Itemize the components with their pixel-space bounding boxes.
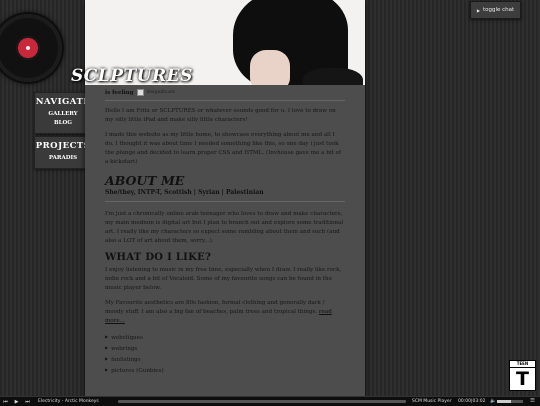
nav-link-gallery[interactable]: GALLERY [35, 110, 91, 119]
sidebar: NAVIGATE GALLERY BLOG PROJECTS PARADIS [34, 92, 92, 171]
play-icon[interactable]: ▶ [13, 398, 20, 405]
volume-slider[interactable] [497, 400, 523, 403]
list-item[interactable]: webcliques [105, 332, 345, 343]
vinyl-record-decoration [0, 12, 64, 84]
about-paragraph: I'm just a chronically online arab teena… [105, 211, 344, 244]
track-time: 00:00|03:02 [458, 398, 486, 404]
vinyl-hole [26, 46, 30, 50]
rating-letter: T [516, 368, 529, 390]
list-item[interactable]: fanlistings [105, 354, 345, 365]
next-icon[interactable]: ⏭ [24, 398, 31, 405]
navigate-heading: NAVIGATE [35, 97, 91, 107]
identity-line: She/they, INTP-T, Scottish | Syrian | Pa… [105, 189, 345, 202]
seek-bar[interactable] [118, 400, 406, 403]
main-content: is feeling insignificant Hello I am Frit… [85, 0, 365, 405]
triangle-right-icon: ▶ [476, 7, 480, 13]
music-paragraph: I enjoy listening to music in my free ti… [105, 267, 342, 291]
banner-illustration-shoulder [303, 68, 363, 85]
about-heading: ABOUT ME [105, 173, 185, 188]
volume-icon[interactable]: 🔈 [490, 398, 496, 404]
aesthetics-text: My Favourite aesthetics are 80s fashion,… [105, 300, 325, 315]
toggle-chat-label: toggle chat [482, 7, 515, 13]
status-mood: insignificant [146, 90, 175, 95]
projects-heading: PROJECTS [35, 141, 91, 151]
player-name: SCM Music Player [412, 398, 452, 404]
status-line: is feeling insignificant [105, 89, 345, 101]
toggle-chat-button[interactable]: ▶ toggle chat [470, 1, 521, 19]
teen-rating-badge: TEEN T [509, 360, 536, 391]
rating-label: TEEN [510, 361, 535, 368]
intro-paragraph-2: I made this website as my little home, t… [105, 132, 342, 165]
intro-paragraph-1: Hello I am Fritz or SCLPTURES or whateve… [105, 108, 336, 123]
site-title: SCLPTURES [71, 66, 193, 86]
track-title: Electricity - Arctic Monkeys [38, 398, 99, 404]
nav-link-blog[interactable]: BLOG [35, 119, 91, 128]
likes-list: webcliques webrings fanlistings pictures… [105, 332, 345, 376]
previous-icon[interactable]: ⏮ [2, 398, 9, 405]
playlist-icon[interactable]: ☰ [530, 398, 535, 404]
nav-link-paradis[interactable]: PARADIS [35, 154, 91, 163]
aesthetics-paragraph: My Favourite aesthetics are 80s fashion,… [105, 299, 345, 326]
navigate-box: NAVIGATE GALLERY BLOG [34, 92, 92, 134]
banner-illustration-face [250, 50, 290, 85]
volume-fill [497, 400, 512, 403]
status-label: is feeling [105, 89, 134, 96]
content-body: is feeling insignificant Hello I am Frit… [85, 85, 365, 376]
likes-heading: WHAT DO I LIKE? [105, 252, 212, 263]
mood-icon [136, 89, 144, 96]
list-item[interactable]: pictures (Gunbies) [105, 365, 345, 376]
list-item[interactable]: webrings [105, 343, 345, 354]
projects-box: PROJECTS PARADIS [34, 136, 92, 169]
